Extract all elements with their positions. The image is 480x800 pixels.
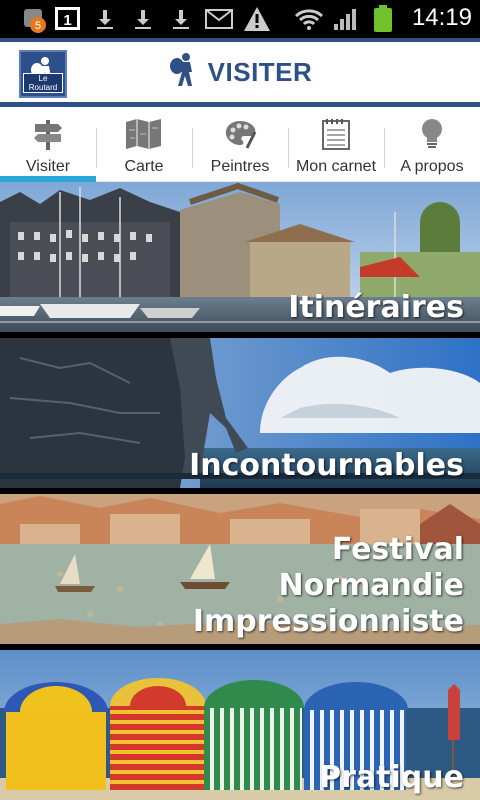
- sim-icon: 1: [54, 6, 82, 32]
- card-pratique[interactable]: Pratique: [0, 650, 480, 800]
- card-label: Incontournables: [189, 448, 464, 483]
- notification-count: 5: [35, 20, 41, 32]
- tab-label: A propos: [400, 158, 464, 175]
- map-icon: [125, 118, 163, 154]
- wifi-icon: [294, 6, 324, 32]
- download-icon: [169, 6, 193, 32]
- header-bottom-rule: [0, 102, 480, 107]
- tab-label: Peintres: [210, 158, 270, 175]
- notebook-icon: [322, 118, 350, 154]
- signpost-icon: [32, 118, 64, 154]
- battery-icon: [373, 5, 393, 32]
- card-incontournables[interactable]: Incontournables: [0, 338, 480, 488]
- card-label-line2: Normandie Impressionniste: [192, 568, 464, 639]
- card-label-line1: Festival: [331, 532, 464, 567]
- card-festival[interactable]: Festival Normandie Impressionniste: [0, 494, 480, 644]
- app-notification-icon: 5: [22, 8, 50, 34]
- page-title: VISITER: [207, 56, 313, 87]
- tab-a-propos[interactable]: A propos: [384, 110, 480, 181]
- card-label-festival: Festival Normandie Impressionniste: [0, 532, 464, 640]
- header-top-rule: [0, 38, 480, 42]
- clock: 14:19: [411, 4, 472, 31]
- download-icon: [93, 6, 117, 32]
- app-header: Le Routard VISITER: [0, 38, 480, 110]
- backpacker-icon: [168, 52, 198, 92]
- tab-mon-carnet[interactable]: Mon carnet: [288, 110, 384, 181]
- tab-bar: Visiter Carte Peintres Mon carnet A prop…: [0, 110, 480, 182]
- warning-icon: [243, 6, 271, 32]
- card-label: Itinéraires: [288, 290, 464, 325]
- sim-indicator: 1: [63, 12, 71, 29]
- lightbulb-icon: [419, 118, 445, 154]
- tab-label: Carte: [124, 158, 164, 175]
- tab-label: Visiter: [25, 158, 71, 175]
- tab-label: Mon carnet: [295, 158, 377, 175]
- tab-visiter[interactable]: Visiter: [0, 110, 96, 182]
- mail-icon: [205, 6, 233, 32]
- signal-icon: [333, 6, 359, 32]
- tab-peintres[interactable]: Peintres: [192, 110, 288, 181]
- card-label: Pratique: [319, 760, 464, 795]
- status-bar: 5 1 14:19: [0, 0, 480, 38]
- card-itineraires[interactable]: Itinéraires: [0, 182, 480, 332]
- download-icon: [131, 6, 155, 32]
- palette-icon: [223, 118, 257, 154]
- tab-carte[interactable]: Carte: [96, 110, 192, 181]
